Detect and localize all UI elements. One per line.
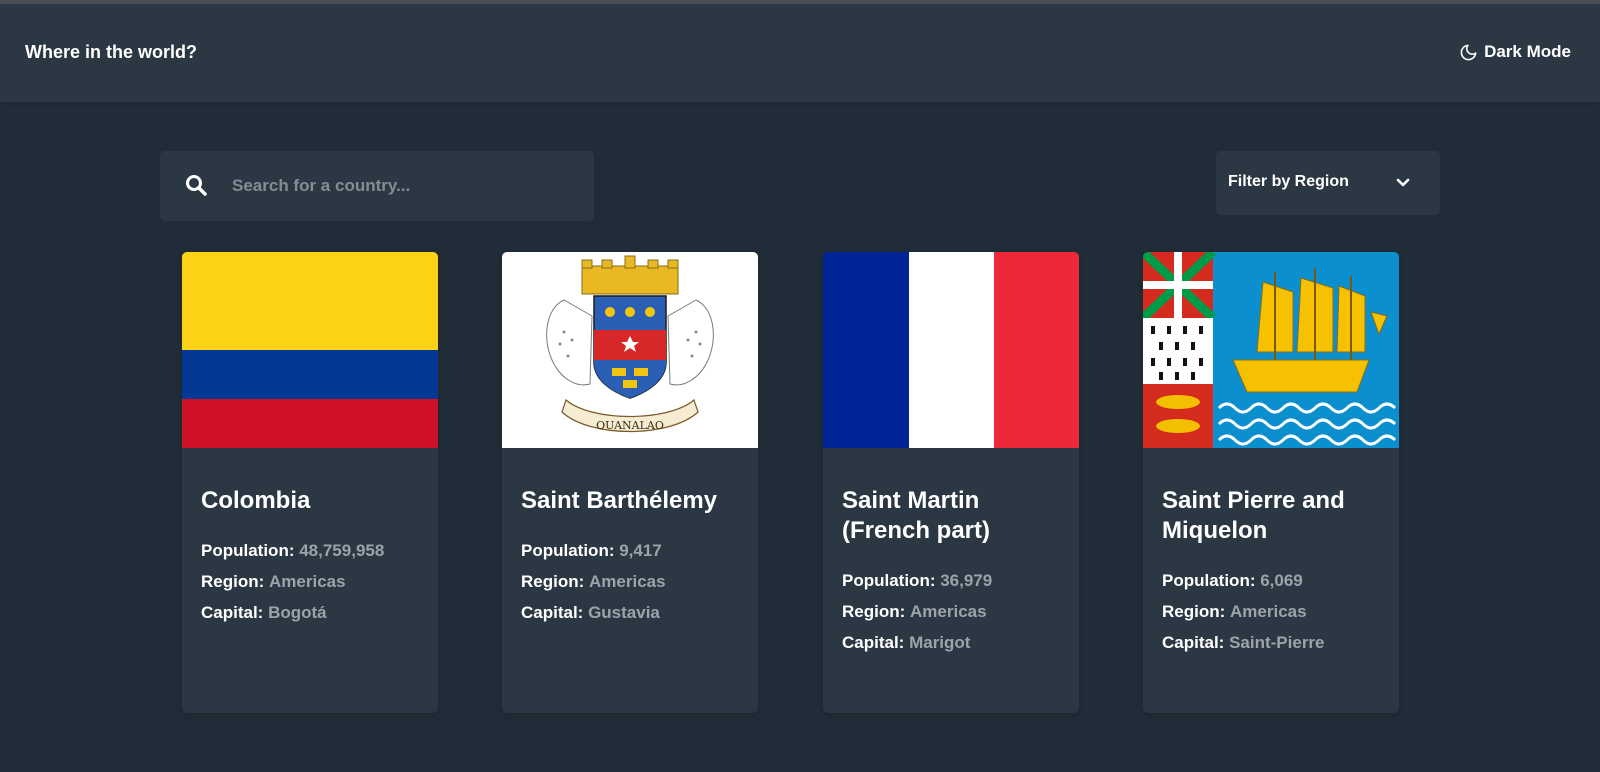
region-label: Region: (521, 572, 585, 591)
population-value: 9,417 (619, 541, 662, 560)
region-row: Region: Americas (842, 596, 1060, 627)
capital-row: Capital: Saint-Pierre (1162, 627, 1380, 658)
banner-motto: OUANALAO (596, 419, 664, 432)
region-value: Americas (269, 572, 346, 591)
chevron-down-icon (1396, 178, 1410, 187)
capital-row: Capital: Marigot (842, 627, 1060, 658)
country-name: Saint Barthélemy (521, 487, 718, 514)
population-value: 6,069 (1260, 571, 1303, 590)
region-row: Region: Americas (521, 566, 739, 597)
population-label: Population: (842, 571, 936, 590)
capital-value: Saint-Pierre (1229, 633, 1325, 652)
capital-value: Gustavia (588, 603, 660, 622)
region-label: Region: (842, 602, 906, 621)
dark-mode-label: Dark Mode (1484, 42, 1571, 61)
dark-mode-toggle[interactable]: Dark Mode (1459, 42, 1571, 62)
capital-value: Marigot (909, 633, 971, 652)
region-value: Americas (910, 602, 987, 621)
app-title: Where in the world? (25, 42, 198, 62)
population-row: Population: 9,417 (521, 535, 739, 566)
saint-martin-flag (823, 252, 1079, 448)
filter-label: Filter by Region (1228, 173, 1349, 190)
saint-barthelemy-flag: OUANALAO (502, 252, 758, 448)
country-card-colombia[interactable]: Colombia Population: 48,759,958 Region: … (182, 252, 438, 713)
population-label: Population: (1162, 571, 1256, 590)
country-name: Colombia (201, 487, 311, 514)
capital-label: Capital: (521, 603, 584, 622)
region-value: Americas (1230, 602, 1307, 621)
region-filter-dropdown[interactable]: Filter by Region (1216, 151, 1440, 215)
country-name: Saint Pierre and Miquelon (1162, 487, 1345, 544)
search-input[interactable] (232, 169, 572, 203)
region-row: Region: Americas (1162, 596, 1380, 627)
country-name: Saint Martin (French part) (842, 487, 991, 544)
population-row: Population: 36,979 (842, 565, 1060, 596)
app-header: Where in the world? Dark Mode (0, 4, 1600, 102)
population-row: Population: 6,069 (1162, 565, 1380, 596)
capital-label: Capital: (1162, 633, 1225, 652)
country-card-saint-barthelemy[interactable]: OUANALAO Saint Barthélemy Population: 9,… (502, 252, 758, 713)
capital-row: Capital: Bogotá (201, 597, 419, 628)
population-label: Population: (201, 541, 295, 560)
population-value: 36,979 (940, 571, 993, 590)
region-label: Region: (201, 572, 265, 591)
capital-row: Capital: Gustavia (521, 597, 739, 628)
capital-value: Bogotá (268, 603, 327, 622)
colombia-flag (182, 252, 438, 448)
capital-label: Capital: (201, 603, 264, 622)
population-value: 48,759,958 (299, 541, 385, 560)
region-row: Region: Americas (201, 566, 419, 597)
country-card-saint-pierre-and-miquelon[interactable]: Saint Pierre and Miquelon Population: 6,… (1143, 252, 1399, 713)
moon-icon (1460, 44, 1477, 60)
region-value: Americas (589, 572, 666, 591)
search-icon (186, 175, 207, 196)
capital-label: Capital: (842, 633, 905, 652)
population-label: Population: (521, 541, 615, 560)
population-row: Population: 48,759,958 (201, 535, 419, 566)
search-bar (160, 151, 594, 221)
region-label: Region: (1162, 602, 1226, 621)
country-card-saint-martin[interactable]: Saint Martin (French part) Population: 3… (823, 252, 1079, 713)
saint-pierre-and-miquelon-flag (1143, 252, 1399, 448)
